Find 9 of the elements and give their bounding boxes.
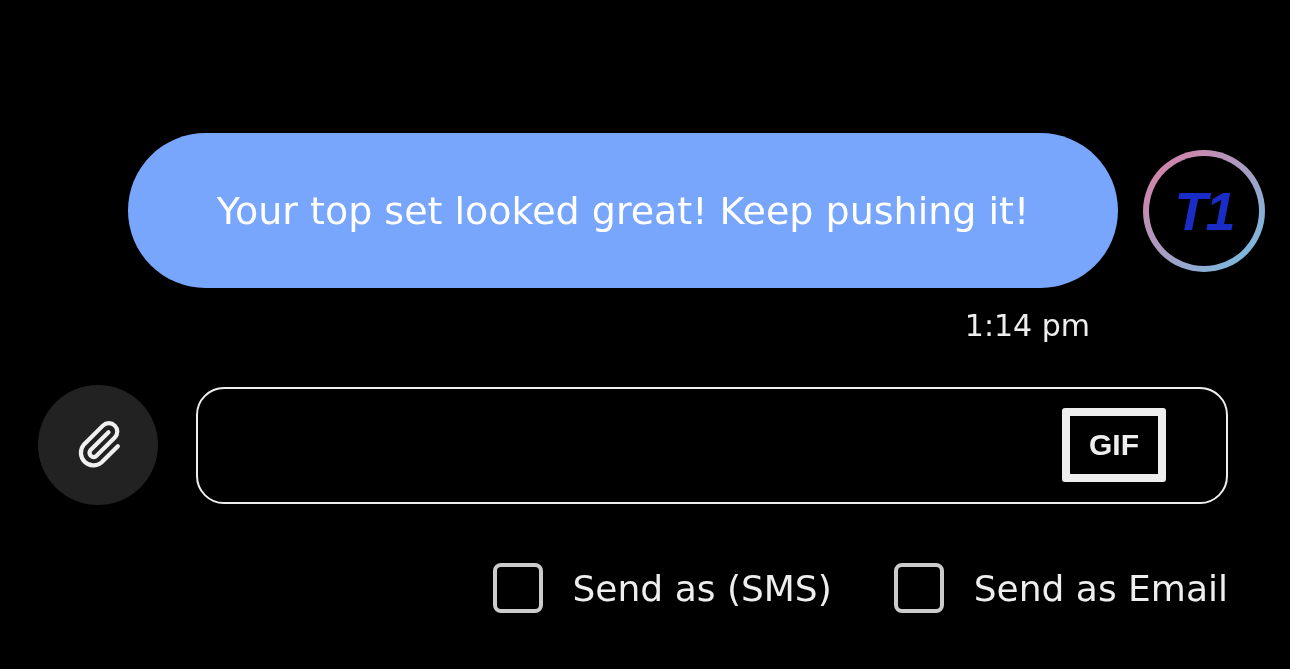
message-input[interactable]: GIF	[196, 386, 1228, 504]
checkbox[interactable]	[893, 563, 944, 613]
checkbox[interactable]	[492, 563, 543, 613]
checkbox-label: Send as (SMS)	[572, 567, 832, 609]
avatar: T1	[1143, 149, 1265, 272]
checkbox-label: Send as Email	[973, 567, 1228, 609]
gif-button[interactable]: GIF	[1062, 408, 1166, 482]
message-time: 1:14 pm	[964, 308, 1090, 343]
message-bubble: Your top set looked great! Keep pushing it!	[128, 133, 1118, 288]
